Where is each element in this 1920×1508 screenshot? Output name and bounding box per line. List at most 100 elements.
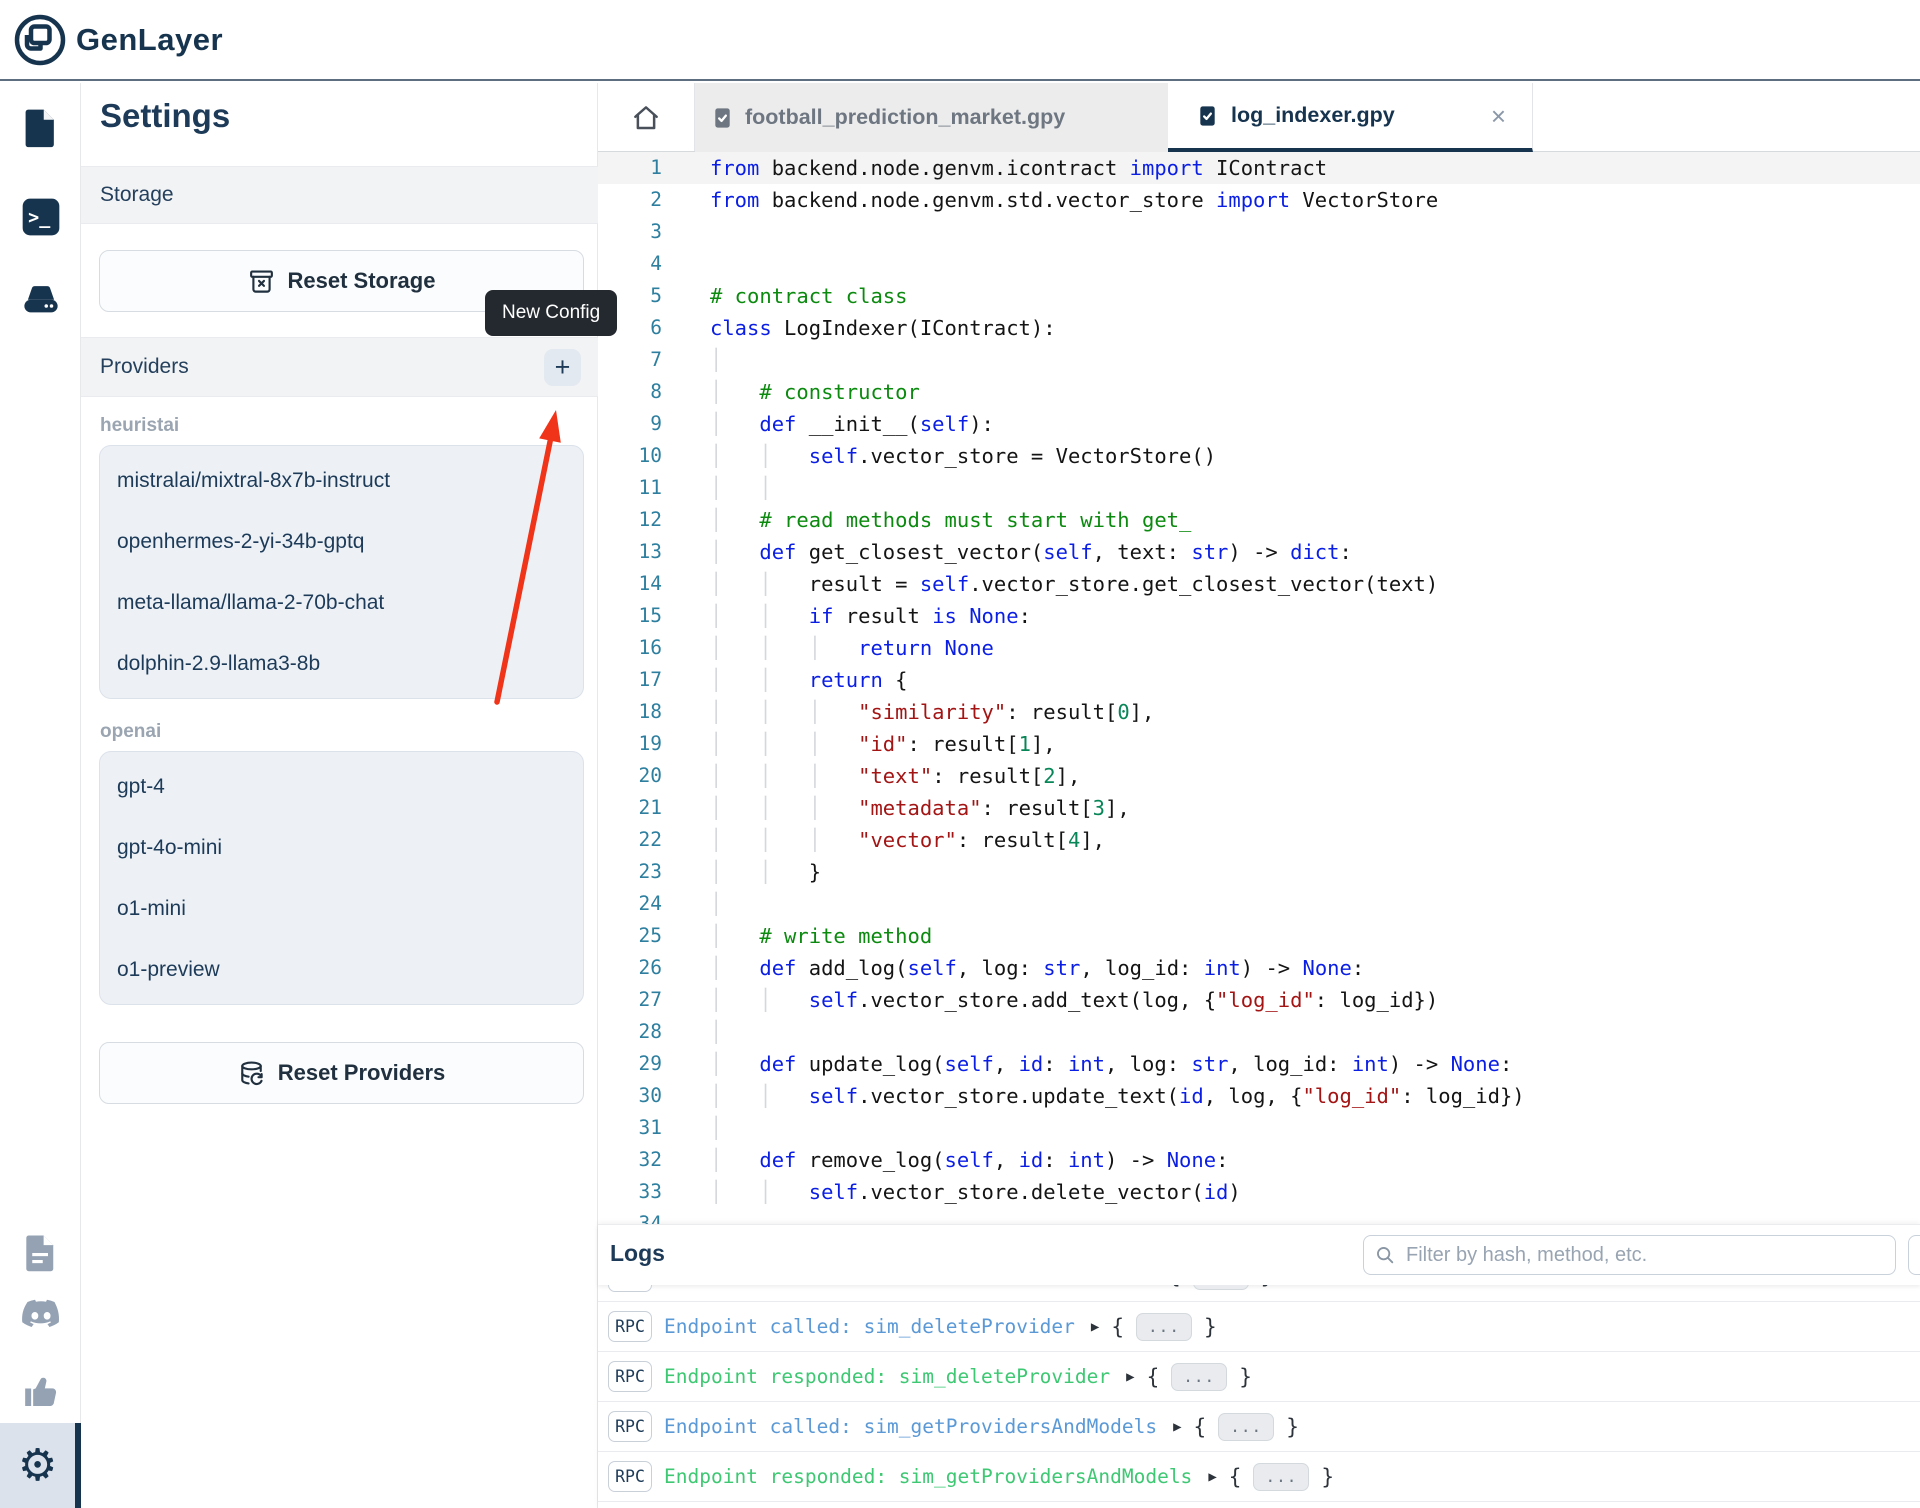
log-message: Endpoint responded: sim_deleteProvider [664, 1365, 1110, 1388]
code-line: 29│ def update_log(self, id: int, log: s… [598, 1048, 1920, 1080]
provider-model-item[interactable]: meta-llama/llama-2-70b-chat [100, 572, 583, 633]
line-number: 19 [598, 728, 662, 760]
provider-model-item[interactable]: gpt-4o-mini [100, 817, 583, 878]
rpc-badge: RPC [608, 1311, 652, 1342]
tab-log-indexer[interactable]: log_indexer.gpy × [1168, 83, 1533, 152]
expand-triangle-icon[interactable]: ▶ [1208, 1469, 1216, 1485]
code-line: 15│ │ if result is None: [598, 600, 1920, 632]
database-restore-icon [238, 1060, 265, 1087]
tab-label: football_prediction_market.gpy [745, 105, 1065, 130]
log-row: RPCEndpoint responded: sim_getProvidersA… [598, 1452, 1920, 1502]
line-number: 23 [598, 856, 662, 888]
provider-group-label: openai [100, 721, 598, 743]
line-number: 16 [598, 632, 662, 664]
brace-close: } [1239, 1365, 1252, 1389]
log-row: RPC Endpoint called: sim_deleteProvider ▶ {… [598, 1302, 1920, 1352]
provider-model-item[interactable]: mistralai/mixtral-8x7b-instruct [100, 450, 583, 511]
code-line: 16│ │ │ return None [598, 632, 1920, 664]
line-number: 1 [598, 152, 662, 184]
thumbs-up-icon[interactable] [0, 1371, 81, 1411]
code-line: 3 [598, 216, 1920, 248]
code-line: 7│ [598, 344, 1920, 376]
provider-model-item[interactable]: openhermes-2-yi-34b-gptq [100, 511, 583, 572]
code-line: 19│ │ │ "id": result[1], [598, 728, 1920, 760]
log-filter-input[interactable] [1363, 1235, 1896, 1275]
storage-section-header: Storage [81, 166, 598, 224]
storage-label: Storage [100, 183, 174, 207]
code-line: 4 [598, 248, 1920, 280]
gear-icon: ⚙ [18, 1444, 57, 1488]
line-number: 30 [598, 1080, 662, 1112]
code-line: 18│ │ │ "similarity": result[0], [598, 696, 1920, 728]
provider-model-item[interactable]: o1-mini [100, 878, 583, 939]
rpc-badge: RPC [608, 1361, 652, 1392]
settings-nav-active[interactable]: ⚙ [0, 1423, 81, 1508]
home-button[interactable] [598, 83, 695, 152]
code-line: 6class LogIndexer(IContract): [598, 312, 1920, 344]
reset-providers-button[interactable]: Reset Providers [99, 1042, 584, 1104]
discord-icon[interactable] [0, 1298, 81, 1334]
log-message: Endpoint called: sim_getProvidersAndMode… [664, 1415, 1157, 1438]
tab-football-prediction-market[interactable]: football_prediction_market.gpy [695, 83, 1168, 152]
code-line: 5# contract class [598, 280, 1920, 312]
code-area[interactable]: 1from backend.node.genvm.icontract impor… [598, 152, 1920, 1224]
provider-model-item[interactable]: o1-preview [100, 939, 583, 1000]
ellipsis-expander[interactable]: ... [1136, 1313, 1192, 1341]
terminal-icon[interactable]: >_ [0, 195, 81, 239]
storage-drive-icon[interactable] [0, 277, 81, 319]
line-number: 12 [598, 504, 662, 536]
code-line: 33│ │ self.vector_store.delete_vector(id… [598, 1176, 1920, 1208]
log-row: RPCEndpoint called: sim_getProvidersAndM… [598, 1402, 1920, 1452]
line-number: 10 [598, 440, 662, 472]
line-number: 21 [598, 792, 662, 824]
tab-label: log_indexer.gpy [1231, 103, 1395, 128]
brace-open: { [1111, 1315, 1124, 1339]
code-line: 20│ │ │ "text": result[2], [598, 760, 1920, 792]
expand-triangle-icon[interactable]: ▶ [1173, 1419, 1181, 1435]
sort-logs-button[interactable] [1908, 1235, 1920, 1275]
add-provider-button[interactable]: + [544, 349, 581, 386]
file-check-icon [711, 106, 734, 130]
docs-icon[interactable] [0, 1231, 81, 1275]
line-number: 2 [598, 184, 662, 216]
log-filter [1363, 1235, 1896, 1275]
brace-close: } [1286, 1415, 1299, 1439]
expand-triangle-icon[interactable]: ▶ [1126, 1369, 1134, 1385]
home-icon [631, 103, 661, 133]
svg-text:>_: >_ [28, 207, 51, 228]
provider-model-item[interactable]: dolphin-2.9-llama3-8b [100, 633, 583, 694]
ellipsis-expander[interactable]: ... [1171, 1363, 1227, 1391]
line-number: 27 [598, 984, 662, 1016]
ellipsis-expander[interactable]: ... [1193, 1285, 1249, 1290]
code-line: 22│ │ │ "vector": result[4], [598, 824, 1920, 856]
code-line: 17│ │ return { [598, 664, 1920, 696]
code-line: 1from backend.node.genvm.icontract impor… [598, 152, 1920, 184]
brace-close: } [1261, 1285, 1274, 1288]
brace-close: } [1321, 1465, 1334, 1489]
code-line: 12│ # read methods must start with get_ [598, 504, 1920, 536]
files-icon[interactable] [0, 105, 81, 151]
providers-label: Providers [100, 355, 189, 379]
line-number: 32 [598, 1144, 662, 1176]
logs-title: Logs [610, 1240, 665, 1267]
code-line: 32│ def remove_log(self, id: int) -> Non… [598, 1144, 1920, 1176]
code-line: 28│ [598, 1016, 1920, 1048]
provider-card: gpt-4gpt-4o-minio1-minio1-preview [99, 751, 584, 1005]
code-line: 25│ # write method [598, 920, 1920, 952]
close-icon[interactable]: × [1491, 103, 1506, 129]
line-number: 20 [598, 760, 662, 792]
brace-open: { [1168, 1285, 1181, 1288]
code-line: 13│ def get_closest_vector(self, text: s… [598, 536, 1920, 568]
log-message: Endpoint called: sim_deleteProvider [664, 1315, 1075, 1338]
expand-triangle-icon[interactable]: ▶ [1091, 1319, 1099, 1335]
app-window: GenLayer >_ ⚙ Settings Storage [0, 0, 1920, 1508]
line-number: 18 [598, 696, 662, 728]
log-row: RPC{...} [598, 1285, 1273, 1301]
provider-model-item[interactable]: gpt-4 [100, 756, 583, 817]
ellipsis-expander[interactable]: ... [1253, 1463, 1309, 1491]
plus-icon: + [555, 354, 571, 381]
app-header: GenLayer [0, 0, 1920, 81]
ellipsis-expander[interactable]: ... [1218, 1413, 1274, 1441]
tooltip-text: New Config [502, 302, 600, 324]
provider-card: mistralai/mixtral-8x7b-instructopenherme… [99, 445, 584, 699]
